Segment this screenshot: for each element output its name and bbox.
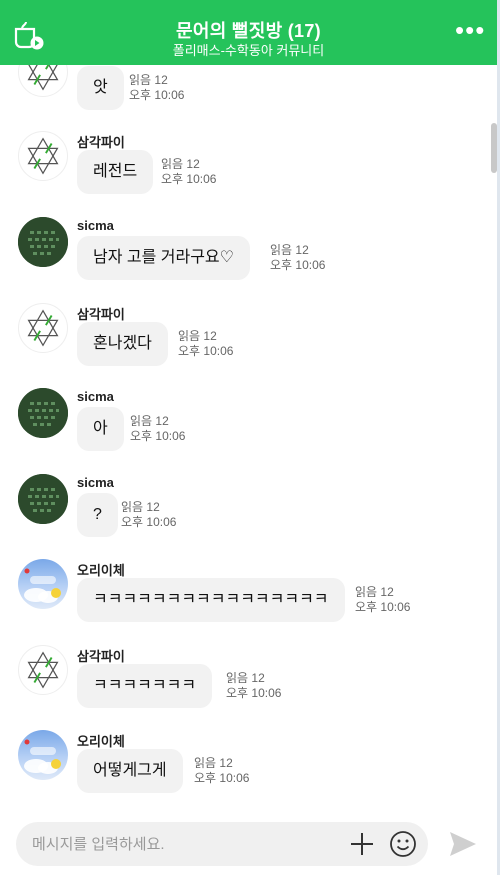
message-item: 삼각파이 혼나겠다 읽음 12 오후 10:06 <box>0 303 490 383</box>
read-count: 읽음 12 <box>270 243 309 257</box>
message-item: sicma 아 읽음 12 오후 10:06 <box>0 388 490 468</box>
avatar[interactable] <box>18 559 68 609</box>
sender-name: 오리이체 <box>77 563 125 578</box>
scrollbar-thumb[interactable] <box>491 123 497 173</box>
message-time: 오후 10:06 <box>355 600 411 614</box>
read-count: 읽음 12 <box>129 73 168 87</box>
chat-room-subtitle: 폴리매스-수학동아 커뮤니티 <box>172 43 325 58</box>
sender-name: sicma <box>77 475 114 490</box>
message-bubble[interactable]: 남자 고를 거라구요♡ <box>77 236 250 280</box>
message-item: 오리이체 ㅋㅋㅋㅋㅋㅋㅋㅋㅋㅋㅋㅋㅋㅋㅋㅋ 읽음 12 오후 10:06 <box>0 559 490 639</box>
message-time: 오후 10:06 <box>226 686 282 700</box>
message-item: 앗 읽음 12 오후 10:06 <box>0 65 490 127</box>
message-item: sicma 남자 고를 거라구요♡ 읽음 12 오후 10:06 <box>0 217 490 297</box>
sender-name: sicma <box>77 389 114 404</box>
avatar[interactable] <box>18 303 68 353</box>
avatar[interactable] <box>18 388 68 438</box>
message-meta: 읽음 12 오후 10:06 <box>161 157 216 187</box>
message-bubble[interactable]: 혼나겠다 <box>77 322 168 366</box>
message-time: 오후 10:06 <box>129 88 185 102</box>
chat-header: 문어의 뻘짓방 (17) 폴리매스-수학동아 커뮤니티 ••• <box>0 0 497 65</box>
message-item: 삼각파이 레전드 읽음 12 오후 10:06 <box>0 131 490 211</box>
message-bubble[interactable]: ㅋㅋㅋㅋㅋㅋㅋ <box>77 664 213 708</box>
read-count: 읽음 12 <box>121 500 160 514</box>
duck-cloud-icon <box>24 568 61 603</box>
message-item: 삼각파이 ㅋㅋㅋㅋㅋㅋㅋ 읽음 12 오후 10:06 <box>0 645 490 725</box>
message-bubble[interactable]: 레전드 <box>77 150 154 194</box>
message-item: 오리이체 어떻게그게 읽음 12 오후 10:06 <box>0 730 490 810</box>
message-list[interactable]: 앗 읽음 12 오후 10:06 삼각파이 레전드 읽음 12 오후 10:06 <box>0 65 497 810</box>
duck-cloud-icon <box>24 739 61 774</box>
message-time: 오후 10:06 <box>121 515 177 529</box>
message-bubble[interactable]: 아 <box>77 407 124 451</box>
avatar[interactable] <box>18 474 68 524</box>
message-meta: 읽음 12 오후 10:06 <box>130 414 185 444</box>
sender-name: 삼각파이 <box>77 135 125 150</box>
message-bubble[interactable]: 어떻게그게 <box>77 749 183 793</box>
message-meta: 읽음 12 오후 10:06 <box>270 243 325 273</box>
message-input-bar <box>0 810 497 875</box>
avatar[interactable] <box>18 730 68 780</box>
message-meta: 읽음 12 오후 10:06 <box>355 585 410 615</box>
message-meta: 읽음 12 오후 10:06 <box>194 756 249 786</box>
message-time: 오후 10:06 <box>194 771 250 785</box>
send-icon[interactable] <box>448 830 478 858</box>
avatar[interactable] <box>18 131 68 181</box>
avatar[interactable] <box>18 645 68 695</box>
matrix-pattern-icon <box>18 388 68 438</box>
message-time: 오후 10:06 <box>270 258 326 272</box>
sender-name: 오리이체 <box>77 734 125 749</box>
read-count: 읽음 12 <box>178 329 217 343</box>
message-time: 오후 10:06 <box>130 429 186 443</box>
message-bubble[interactable]: 앗 <box>77 66 124 110</box>
sender-name: 삼각파이 <box>77 649 125 664</box>
read-count: 읽음 12 <box>355 585 394 599</box>
avatar[interactable] <box>18 217 68 267</box>
message-bubble[interactable]: ㅋㅋㅋㅋㅋㅋㅋㅋㅋㅋㅋㅋㅋㅋㅋㅋ <box>77 578 345 622</box>
star-of-david-icon <box>27 65 59 91</box>
message-meta: 읽음 12 오후 10:06 <box>129 73 184 103</box>
star-of-david-icon <box>27 651 59 689</box>
matrix-pattern-icon <box>18 474 68 524</box>
plus-icon[interactable] <box>349 831 375 857</box>
message-time: 오후 10:06 <box>161 172 217 186</box>
read-count: 읽음 12 <box>130 414 169 428</box>
sender-name: sicma <box>77 218 114 233</box>
read-count: 읽음 12 <box>161 157 200 171</box>
message-meta: 읽음 12 오후 10:06 <box>178 329 233 359</box>
read-count: 읽음 12 <box>226 671 265 685</box>
message-meta: 읽음 12 오후 10:06 <box>121 500 176 530</box>
star-of-david-icon <box>27 137 59 175</box>
read-count: 읽음 12 <box>194 756 233 770</box>
avatar[interactable] <box>18 65 68 97</box>
message-time: 오후 10:06 <box>178 344 234 358</box>
message-meta: 읽음 12 오후 10:06 <box>226 671 281 701</box>
emoji-icon[interactable] <box>389 830 417 858</box>
sender-name: 삼각파이 <box>77 307 125 322</box>
message-bubble[interactable]: ? <box>77 493 118 537</box>
message-item: sicma ? 읽음 12 오후 10:06 <box>0 474 490 554</box>
star-of-david-icon <box>27 309 59 347</box>
matrix-pattern-icon <box>18 217 68 267</box>
more-options-icon[interactable]: ••• <box>455 17 484 43</box>
